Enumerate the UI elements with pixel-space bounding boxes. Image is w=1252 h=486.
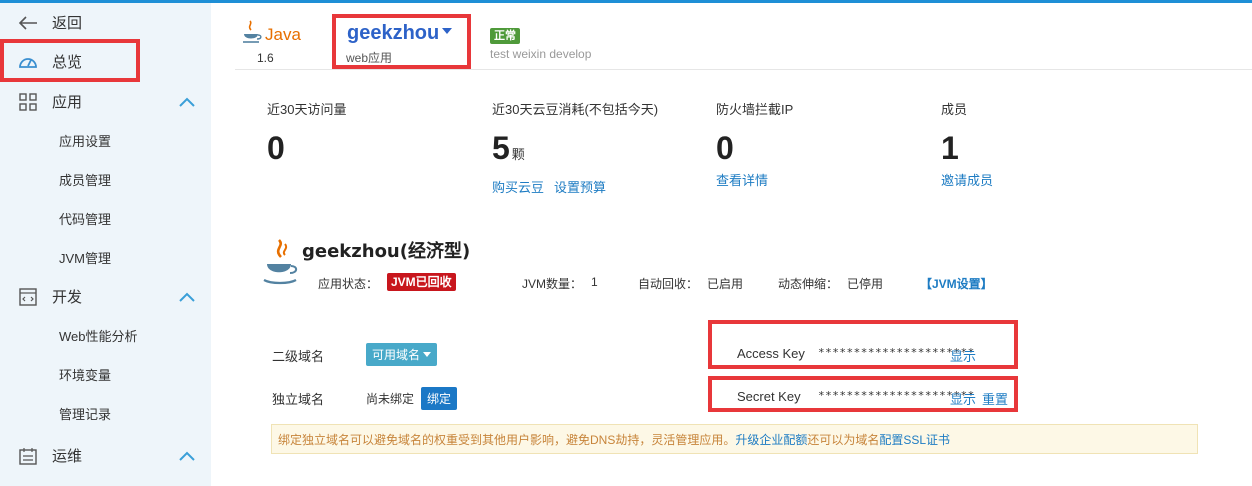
chevron-up-icon: [179, 448, 195, 465]
beans-label: 近30天云豆消耗(不包括今天): [492, 102, 659, 117]
auto-recycle-label: 自动回收：: [638, 277, 699, 291]
subdomain-label: 二级域名: [272, 349, 325, 364]
available-domains-button[interactable]: 可用域名: [366, 343, 438, 366]
group-label-dev: 开发: [52, 289, 83, 306]
highlight-box-overview: [0, 39, 140, 82]
sidebar-group-app[interactable]: 应用: [0, 82, 211, 121]
firewall-value: 0: [716, 130, 734, 166]
auto-recycle-value: 已启用: [707, 277, 744, 291]
members-label: 成员: [941, 102, 968, 117]
invite-members-link[interactable]: 邀请成员: [941, 170, 993, 189]
group-label-app: 应用: [52, 94, 83, 111]
set-budget-link[interactable]: 设置预算: [554, 177, 606, 196]
app-status-badge: JVM已回收: [387, 273, 456, 291]
beans-stat: 5 颗: [492, 130, 525, 167]
sidebar-item-jvm[interactable]: JVM管理: [0, 238, 211, 277]
firewall-label: 防火墙拦截IP: [716, 102, 794, 117]
configure-ssl-link[interactable]: 配置SSL证书: [879, 431, 950, 448]
java-cup-large-icon: [263, 239, 298, 285]
autoscale-label: 动态伸缩：: [778, 277, 839, 291]
lang-version: 1.6: [257, 51, 274, 65]
upgrade-quota-link[interactable]: 升级企业配额: [735, 431, 807, 448]
members-value: 1: [941, 130, 959, 166]
java-logo: Java: [241, 19, 301, 45]
sidebar-item-members[interactable]: 成员管理: [0, 160, 211, 199]
firewall-details-link[interactable]: 查看详情: [716, 170, 768, 189]
highlight-box-app-name: [332, 14, 471, 69]
beans-value: 5: [492, 130, 510, 166]
beans-actions: 购买云豆 设置预算: [492, 177, 606, 196]
visits-label: 近30天访问量: [267, 102, 347, 117]
buy-beans-link[interactable]: 购买云豆: [492, 177, 544, 196]
sidebar-group-dev[interactable]: 开发: [0, 277, 211, 316]
jvm-count-value: 1: [591, 275, 598, 289]
sidebar-item-app-settings[interactable]: 应用设置: [0, 121, 211, 160]
calendar-icon: [18, 446, 38, 466]
highlight-box-secret-key: [708, 376, 1018, 412]
chevron-up-icon: [179, 94, 195, 111]
arrow-left-icon: [18, 13, 38, 33]
lang-name: Java: [265, 25, 301, 44]
back-label: 返回: [52, 15, 83, 32]
sidebar-group-ops[interactable]: 运维: [0, 436, 211, 475]
jvm-settings-link[interactable]: 【JVM设置】: [920, 275, 993, 292]
autoscale-value: 已停用: [847, 277, 884, 291]
custom-domain-label: 独立域名: [272, 392, 325, 407]
app-status-label: 应用状态：: [318, 277, 379, 291]
group-label-ops: 运维: [52, 448, 83, 465]
notice-text2: 还可以为域名: [807, 432, 880, 447]
java-cup-icon: [243, 20, 262, 43]
beans-unit: 颗: [511, 147, 525, 162]
jvm-count-label: JVM数量：: [522, 277, 583, 291]
bind-domain-button[interactable]: 绑定: [421, 387, 458, 410]
app-title: geekzhou(经济型): [302, 241, 471, 262]
env-labels: test weixin develop: [490, 47, 592, 61]
sidebar-item-code[interactable]: 代码管理: [0, 199, 211, 238]
custom-domain-value: 尚未绑定: [366, 392, 415, 406]
main-content: Java 1.6 geekzhou web应用 正常 test weixin d…: [211, 3, 1252, 486]
code-icon: [18, 287, 38, 307]
visits-value: 0: [267, 130, 285, 166]
header-divider: [235, 69, 1252, 70]
domain-notice: 绑定独立域名可以避免域名的权重受到其他用户影响，避免DNS劫持，灵活管理应用。 …: [271, 424, 1198, 454]
notice-text: 绑定独立域名可以避免域名的权重受到其他用户影响，避免DNS劫持，灵活管理应用。: [278, 432, 736, 447]
back-link[interactable]: 返回: [0, 3, 211, 42]
app-java-icon: [261, 237, 301, 292]
highlight-box-access-key: [708, 320, 1018, 369]
status-badge-normal: 正常: [490, 27, 520, 44]
sidebar-item-web-perf[interactable]: Web性能分析: [0, 316, 211, 355]
chevron-up-icon: [179, 289, 195, 306]
sidebar-item-logs[interactable]: 管理记录: [0, 394, 211, 433]
grid-icon: [18, 92, 38, 112]
caret-down-icon: [423, 351, 432, 357]
sidebar-item-env-vars[interactable]: 环境变量: [0, 355, 211, 394]
